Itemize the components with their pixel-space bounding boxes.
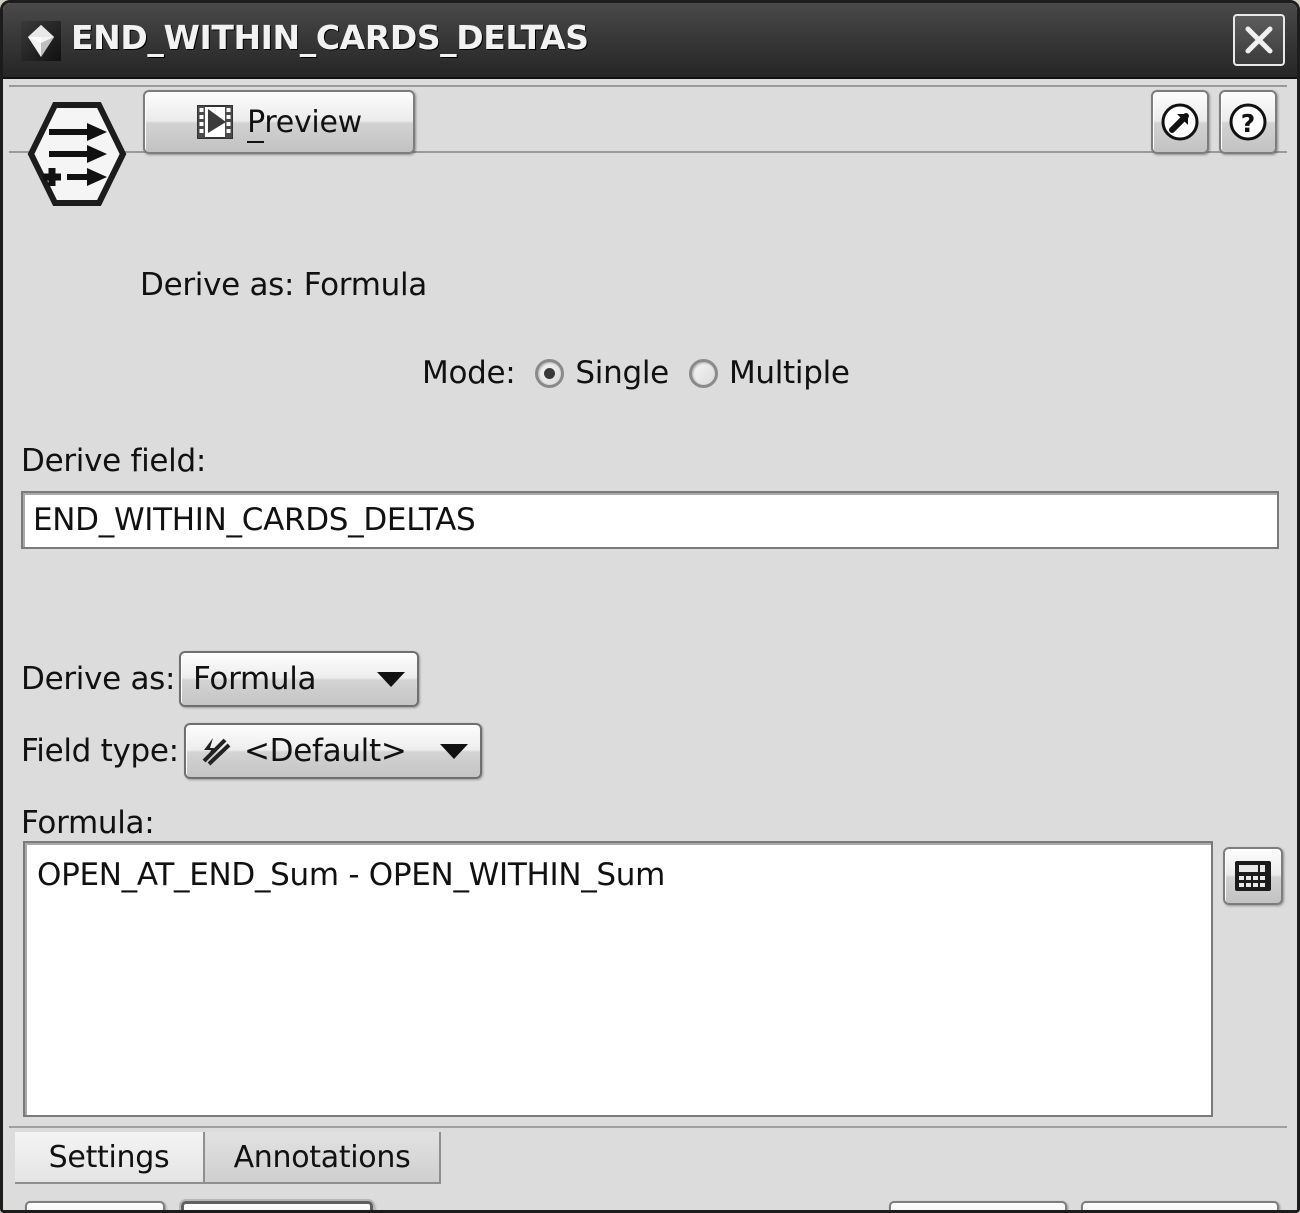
field-type-dropdown[interactable]: <Default> <box>184 723 482 779</box>
formula-textarea[interactable]: OPEN_AT_END_Sum - OPEN_WITHIN_Sum <box>23 841 1213 1117</box>
expand-arrow-icon <box>1161 103 1199 141</box>
field-type-value: <Default> <box>244 733 407 769</box>
derive-as-label: Derive as: <box>21 661 176 697</box>
film-preview-icon <box>196 103 234 141</box>
expand-button[interactable] <box>1151 90 1209 154</box>
derive-as-value: Formula <box>193 661 317 697</box>
help-question-icon: ? <box>1229 103 1267 141</box>
gem-icon <box>21 21 61 61</box>
field-type-label: Field type: <box>21 733 179 769</box>
radio-single-label: Single <box>575 355 669 391</box>
preview-button-label: Preview <box>247 104 362 143</box>
radio-multiple-label: Multiple <box>728 355 850 391</box>
ok-button[interactable]: OK <box>25 1201 165 1210</box>
derive-field-label: Derive field: <box>21 443 207 479</box>
close-icon <box>1245 26 1273 54</box>
expression-builder-button[interactable] <box>1223 847 1283 905</box>
mode-row: Mode: Single Multiple <box>422 355 850 391</box>
mode-radio-multiple[interactable]: Multiple <box>688 355 850 391</box>
toolbar: Preview ? <box>9 85 1287 154</box>
tab-annotations[interactable]: Annotations <box>205 1132 441 1184</box>
dialog-body: Preview ? Derive as: Formula Mode: Singl… <box>3 79 1297 1210</box>
help-button[interactable]: ? <box>1219 90 1277 154</box>
radio-single-indicator[interactable] <box>535 358 565 388</box>
svg-text:?: ? <box>1241 109 1256 138</box>
derive-node-dialog: END_WITHIN_CARDS_DELTAS Preview ? Derive… <box>0 0 1300 1213</box>
default-measurement-icon <box>198 734 232 768</box>
radio-multiple-indicator[interactable] <box>688 358 718 388</box>
tab-strip: Settings Annotations <box>9 1126 1287 1184</box>
derive-as-summary: Derive as: Formula <box>140 267 427 303</box>
tab-settings[interactable]: Settings <box>15 1132 205 1184</box>
derive-field-input[interactable]: END_WITHIN_CARDS_DELTAS <box>21 491 1279 549</box>
mode-radio-single[interactable]: Single <box>535 355 669 391</box>
chevron-down-icon <box>377 671 405 687</box>
preview-accel-char: P <box>247 104 265 143</box>
derive-as-dropdown[interactable]: Formula <box>179 651 419 707</box>
mode-label: Mode: <box>422 355 516 391</box>
preview-button[interactable]: Preview <box>143 90 415 154</box>
cancel-button[interactable]: Cancel <box>181 1201 373 1210</box>
close-button[interactable] <box>1233 14 1285 66</box>
apply-button[interactable]: Apply <box>889 1201 1067 1210</box>
derive-node-icon <box>27 99 127 209</box>
formula-label: Formula: <box>21 805 155 841</box>
window-title: END_WITHIN_CARDS_DELTAS <box>71 18 589 57</box>
calculator-icon <box>1235 861 1271 891</box>
chevron-down-icon <box>440 743 468 759</box>
reset-button[interactable]: Reset <box>1081 1201 1279 1210</box>
titlebar: END_WITHIN_CARDS_DELTAS <box>3 3 1297 79</box>
preview-label-rest: review <box>264 104 362 140</box>
